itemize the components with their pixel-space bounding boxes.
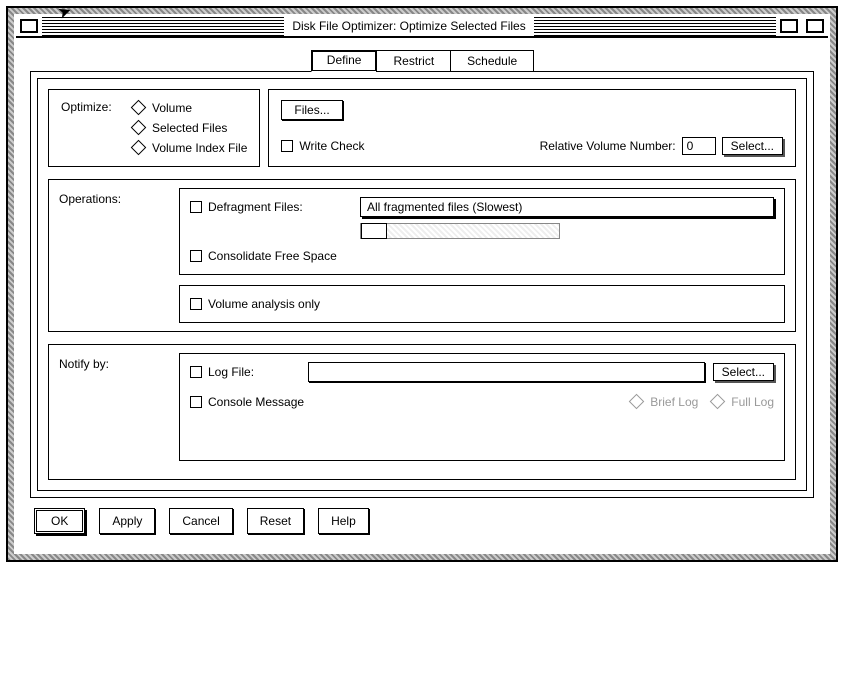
analysis-label: Volume analysis only [208, 297, 320, 311]
brief-log-radio: Brief Log [631, 395, 698, 409]
window-minimize-icon[interactable] [780, 19, 798, 33]
dialog-button-row: OK Apply Cancel Reset Help [30, 498, 814, 538]
tab-define[interactable]: Define [311, 50, 378, 72]
defragment-mode-value: All fragmented files (Slowest) [367, 200, 522, 214]
rel-vol-select-button[interactable]: Select... [722, 137, 783, 155]
full-log-radio: Full Log [712, 395, 774, 409]
checkbox-icon [190, 366, 202, 378]
files-button[interactable]: Files... [281, 100, 342, 120]
checkbox-icon [190, 201, 202, 213]
diamond-icon [131, 99, 147, 115]
rel-vol-label: Relative Volume Number: [540, 139, 676, 153]
radio-volume-index[interactable]: Volume Index File [133, 141, 247, 155]
radio-selected-files[interactable]: Selected Files [133, 121, 247, 135]
radio-index-label: Volume Index File [152, 141, 247, 155]
ok-button[interactable]: OK [34, 508, 85, 534]
window-maximize-icon[interactable] [806, 19, 824, 33]
window-menu-icon[interactable] [20, 19, 38, 33]
console-check[interactable]: Console Message [190, 395, 304, 409]
consolidate-check[interactable]: Consolidate Free Space [190, 249, 774, 263]
analysis-check[interactable]: Volume analysis only [190, 297, 774, 311]
tab-strip: Define Restrict Schedule [30, 50, 814, 72]
window-frame: ➤ Disk File Optimizer: Optimize Selected… [6, 6, 838, 562]
checkbox-icon [281, 140, 293, 152]
apply-button[interactable]: Apply [99, 508, 155, 534]
checkbox-icon [190, 250, 202, 262]
optimize-right-group: Files... Write Check Relative Volume Num… [268, 89, 796, 167]
diamond-icon [629, 393, 645, 409]
help-button[interactable]: Help [318, 508, 369, 534]
analysis-subgroup: Volume analysis only [179, 285, 785, 323]
defragment-slider[interactable] [360, 223, 560, 239]
cancel-button[interactable]: Cancel [169, 508, 232, 534]
tab-panel: Optimize: Volume Selected Files [37, 78, 807, 491]
notify-group: Notify by: Log File: [48, 344, 796, 480]
optimize-label: Optimize: [61, 98, 133, 158]
optimize-group: Optimize: Volume Selected Files [48, 89, 260, 167]
checkbox-icon [190, 396, 202, 408]
tab-panel-outer: Optimize: Volume Selected Files [30, 71, 814, 498]
defragment-check[interactable]: Defragment Files: [190, 200, 350, 214]
radio-selected-label: Selected Files [152, 121, 227, 135]
notify-subgroup: Log File: Select... Console Messag [179, 353, 785, 461]
titlebar: Disk File Optimizer: Optimize Selected F… [16, 16, 828, 38]
logfile-select-button[interactable]: Select... [713, 363, 774, 381]
window-title: Disk File Optimizer: Optimize Selected F… [284, 19, 533, 33]
defragment-label: Defragment Files: [208, 200, 303, 214]
logfile-label: Log File: [208, 365, 254, 379]
consolidate-label: Consolidate Free Space [208, 249, 337, 263]
radio-volume[interactable]: Volume [133, 101, 247, 115]
write-check-label: Write Check [299, 139, 364, 153]
operations-subgroup: Defragment Files: All fragmented files (… [179, 188, 785, 275]
console-label: Console Message [208, 395, 304, 409]
checkbox-icon [190, 298, 202, 310]
radio-volume-label: Volume [152, 101, 192, 115]
tab-schedule[interactable]: Schedule [450, 50, 534, 72]
write-check[interactable]: Write Check [281, 139, 364, 153]
notify-label: Notify by: [59, 353, 179, 371]
tab-restrict[interactable]: Restrict [376, 50, 451, 72]
brief-log-label: Brief Log [650, 395, 698, 409]
diamond-icon [710, 393, 726, 409]
logfile-input[interactable] [308, 362, 705, 382]
operations-group: Operations: Defragment Files: [48, 179, 796, 332]
reset-button[interactable]: Reset [247, 508, 304, 534]
diamond-icon [131, 139, 147, 155]
diamond-icon [131, 119, 147, 135]
logfile-check[interactable]: Log File: [190, 365, 300, 379]
operations-label: Operations: [59, 188, 179, 206]
rel-vol-input[interactable] [682, 137, 716, 155]
slider-thumb-icon[interactable] [361, 223, 387, 239]
defragment-mode-dropdown[interactable]: All fragmented files (Slowest) [360, 197, 774, 217]
full-log-label: Full Log [731, 395, 774, 409]
